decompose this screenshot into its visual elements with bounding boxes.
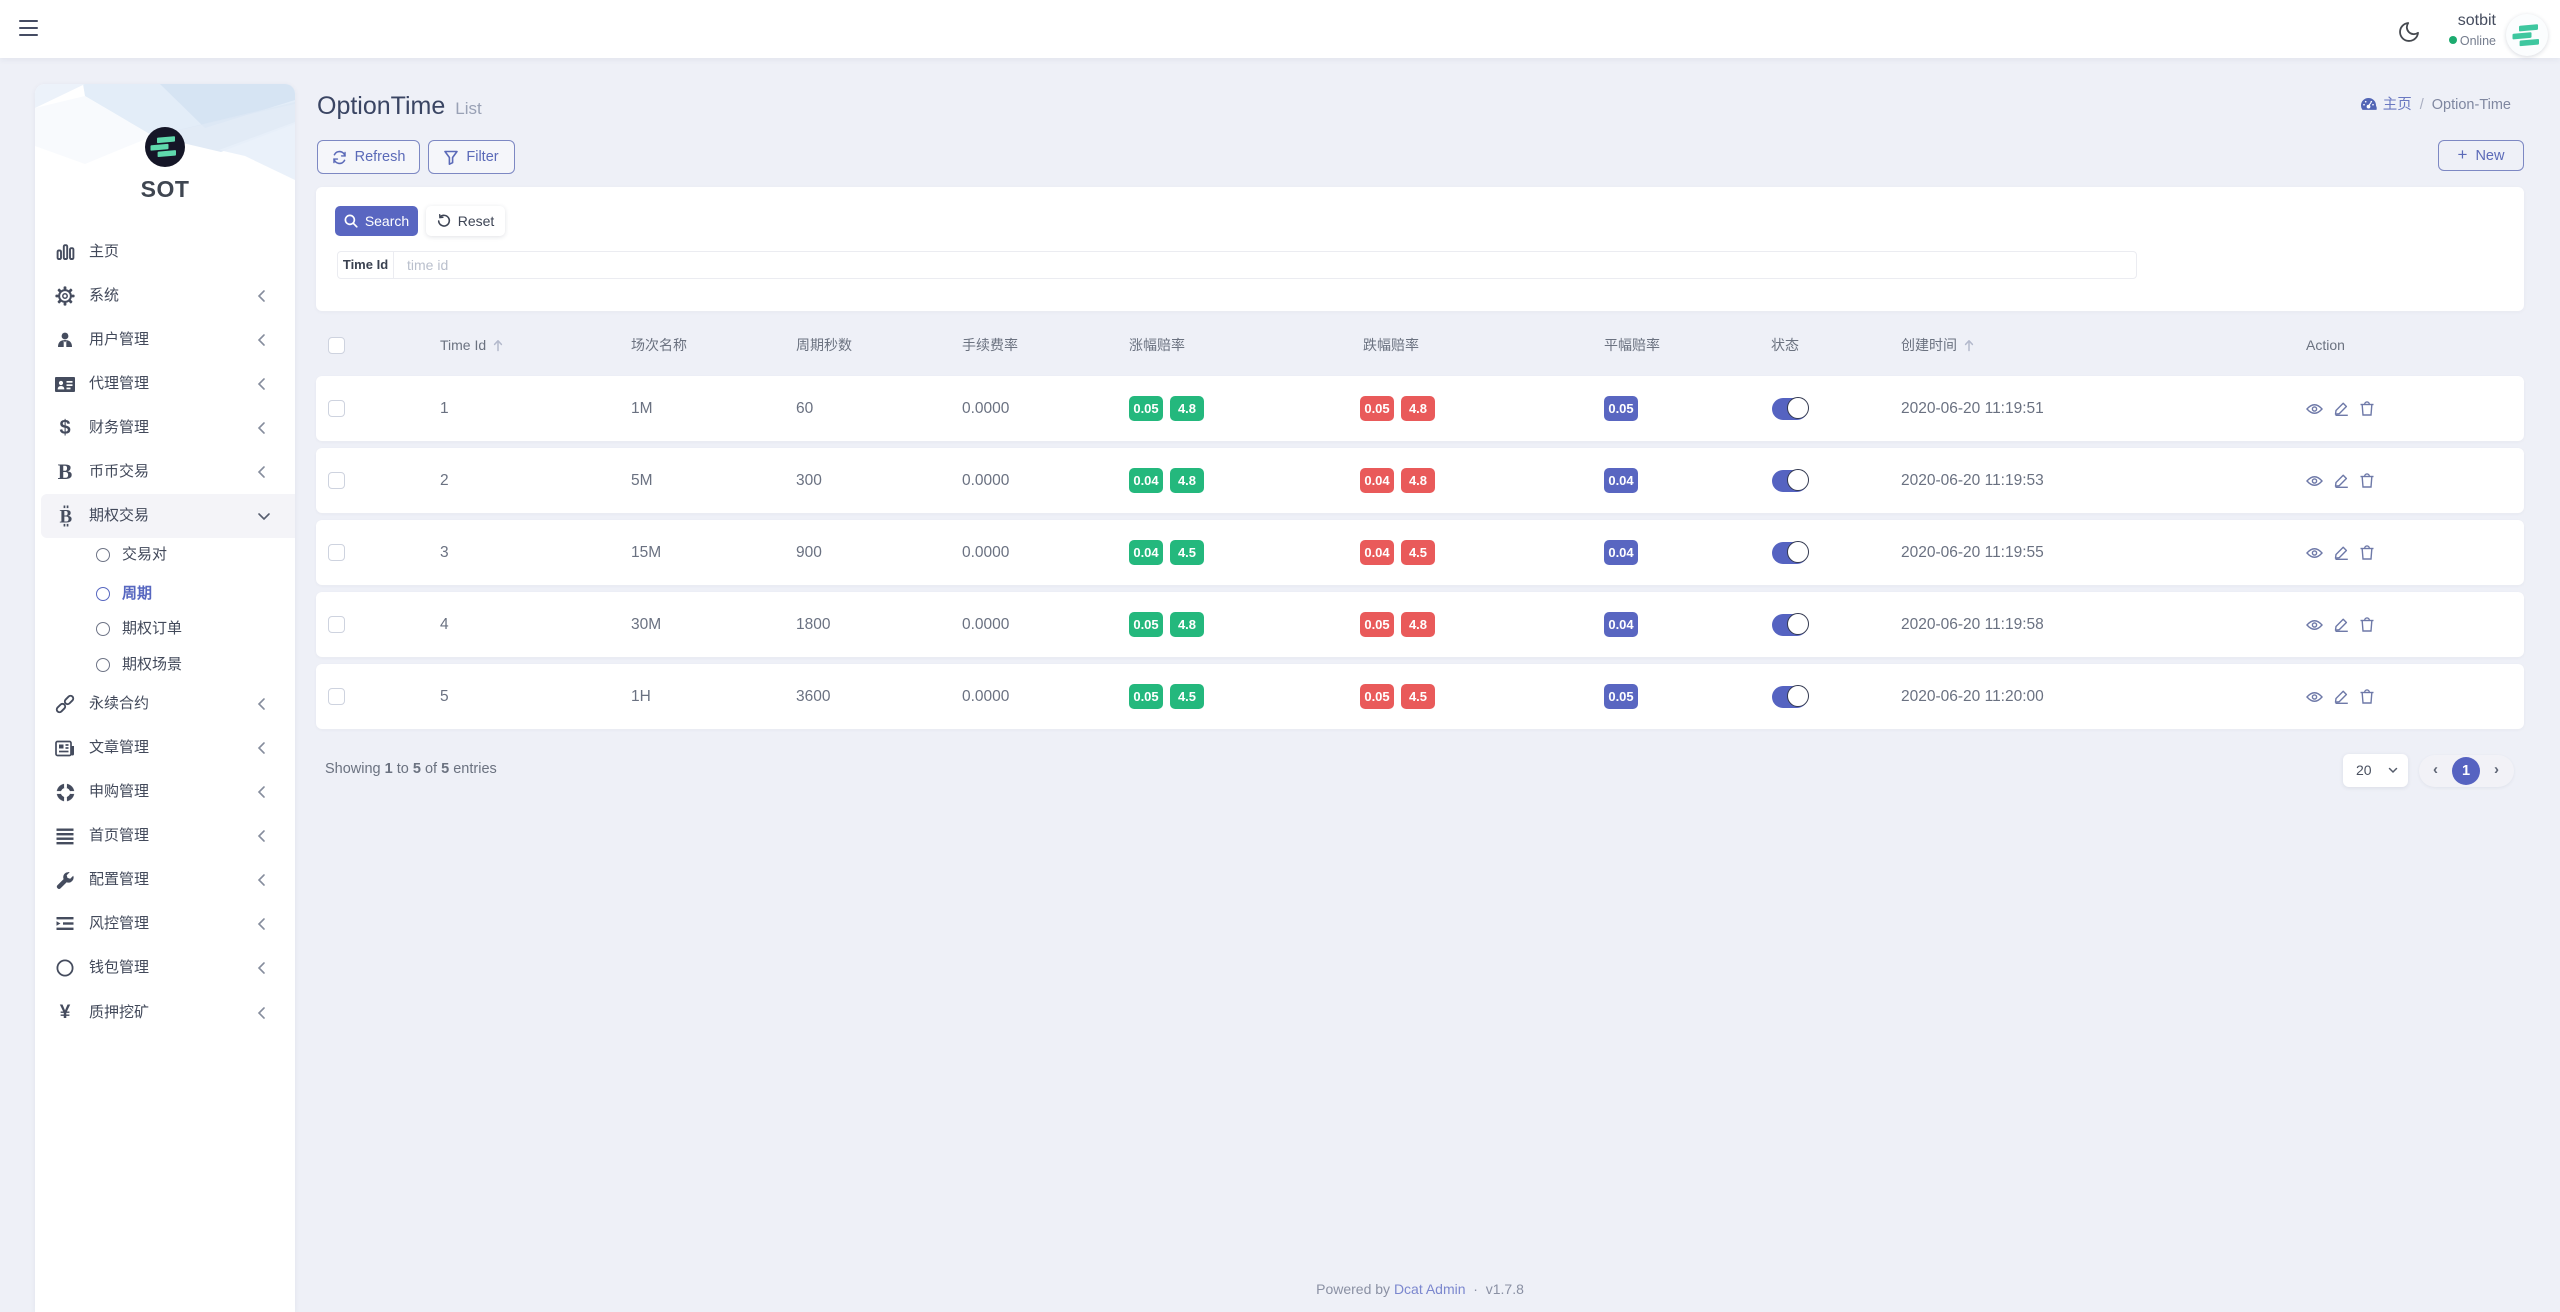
svg-text:B: B [59, 507, 72, 527]
